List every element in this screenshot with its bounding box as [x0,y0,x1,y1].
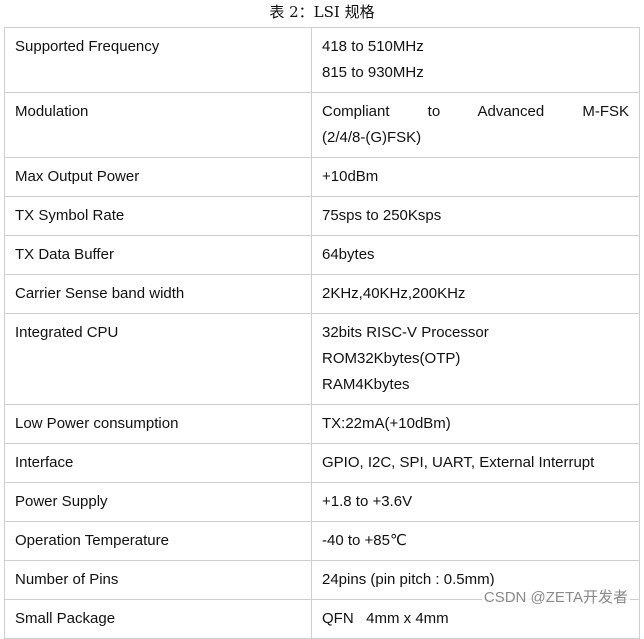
table-caption: 表 2：LSI 规格 [269,3,375,21]
spec-value-line: Compliant to Advanced M-FSK [322,103,629,120]
spec-value-line: ROM32Kbytes(OTP) [322,350,461,367]
spec-label: Number of Pins [4,560,312,600]
table-row: Operation Temperature -40 to +85℃ [4,521,640,561]
spec-value: 32bits RISC-V Processor ROM32Kbytes(OTP)… [311,313,640,405]
spec-label: Small Package [4,599,312,639]
spec-value-line: 32bits RISC-V Processor [322,324,489,341]
spec-value-line: +10dBm [322,168,379,185]
spec-label: Max Output Power [4,157,312,197]
spec-value-line: (2/4/8-(G)FSK) [322,129,422,146]
spec-label: Operation Temperature [4,521,312,561]
table-row: Interface GPIO, I2C, SPI, UART, External… [4,443,640,483]
table-row: Max Output Power +10dBm [4,157,640,197]
spec-label: Power Supply [4,482,312,522]
table-row: Integrated CPU 32bits RISC-V Processor R… [4,313,640,405]
spec-value-line: 2KHz,40KHz,200KHz [322,285,466,302]
spec-value-line: RAM4Kbytes [322,376,410,393]
spec-value-line: GPIO, I2C, SPI, UART, External Interrupt [322,454,595,471]
spec-value: +1.8 to +3.6V [311,482,640,522]
spec-label: Carrier Sense band width [4,274,312,314]
spec-value: Compliant to Advanced M-FSK (2/4/8-(G)FS… [311,92,640,158]
spec-value: 64bytes [311,235,640,275]
spec-value: TX:22mA(+10dBm) [311,404,640,444]
spec-value: 75sps to 250Ksps [311,196,640,236]
spec-label: Modulation [4,92,312,158]
spec-value: +10dBm [311,157,640,197]
spec-label: TX Data Buffer [4,235,312,275]
table-row: Supported Frequency 418 to 510MHz 815 to… [4,27,640,93]
spec-value-line: 815 to 930MHz [322,64,424,81]
table-row: Low Power consumption TX:22mA(+10dBm) [4,404,640,444]
spec-value: 418 to 510MHz 815 to 930MHz [311,27,640,93]
spec-label: Interface [4,443,312,483]
table-row: Carrier Sense band width 2KHz,40KHz,200K… [4,274,640,314]
spec-value-line: -40 to +85℃ [322,532,407,549]
spec-value-line: TX:22mA(+10dBm) [322,415,451,432]
spec-label: Low Power consumption [4,404,312,444]
lsi-spec-table: Supported Frequency 418 to 510MHz 815 to… [4,27,640,639]
spec-value-line: +1.8 to +3.6V [322,493,413,510]
spec-value: 2KHz,40KHz,200KHz [311,274,640,314]
spec-value-line: 418 to 510MHz [322,38,424,55]
table-row: TX Data Buffer 64bytes [4,235,640,275]
spec-value-line: 75sps to 250Ksps [322,207,442,224]
spec-label: TX Symbol Rate [4,196,312,236]
spec-value: -40 to +85℃ [311,521,640,561]
table-row: Power Supply +1.8 to +3.6V [4,482,640,522]
spec-value-line: QFN 4mm x 4mm [322,610,449,627]
spec-label: Integrated CPU [4,313,312,405]
table-row: TX Symbol Rate 75sps to 250Ksps [4,196,640,236]
watermark: CSDN @ZETA开发者 [481,586,630,607]
spec-value: GPIO, I2C, SPI, UART, External Interrupt [311,443,640,483]
table-row: Modulation Compliant to Advanced M-FSK (… [4,92,640,158]
spec-label: Supported Frequency [4,27,312,93]
spec-value-line: 64bytes [322,246,375,263]
